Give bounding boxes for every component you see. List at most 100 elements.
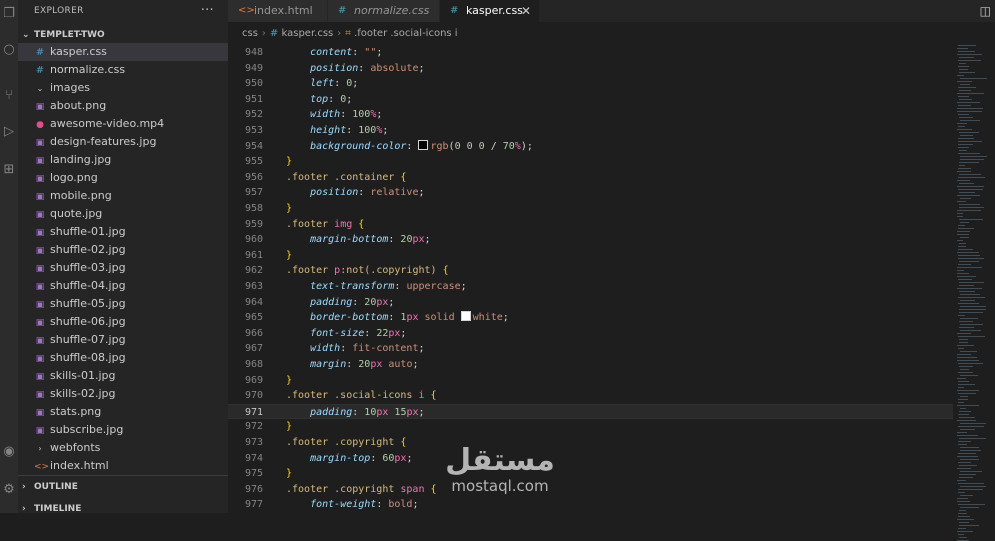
file-item[interactable]: ▣ design-features.jpg <box>18 133 228 151</box>
code-line[interactable]: 968 margin: 20px auto; <box>228 357 953 373</box>
code-line[interactable]: 954 background-color: rgb(0 0 0 / 70%); <box>228 139 953 155</box>
file-item[interactable]: ▣ subscribe.jpg <box>18 421 228 439</box>
file-name: skills-02.jpg <box>50 387 116 400</box>
code-token: height <box>310 125 347 136</box>
folder-item[interactable]: › webfonts <box>18 439 228 457</box>
code-line[interactable]: 956 .footer .container { <box>228 170 953 186</box>
file-item[interactable]: ▣ mobile.png <box>18 187 228 205</box>
code-line[interactable]: 969} <box>228 373 953 389</box>
files-icon[interactable]: ❐ <box>0 6 18 21</box>
code-line[interactable]: 967 width: fit-content; <box>228 341 953 357</box>
file-item[interactable]: ▣ logo.png <box>18 169 228 187</box>
tab-label: index.html <box>254 4 313 17</box>
breadcrumb-file[interactable]: kasper.css <box>282 28 334 39</box>
line-code: .footer .copyright span { <box>286 482 437 498</box>
file-item[interactable]: ▣ about.png <box>18 97 228 115</box>
code-line[interactable]: 951 top: 0; <box>228 92 953 108</box>
file-item[interactable]: ▣ shuffle-05.jpg <box>18 295 228 313</box>
code-line[interactable]: 948 content: ""; <box>228 45 953 61</box>
minimap-line <box>958 45 976 46</box>
source-control-icon[interactable]: ⑂ <box>0 88 18 103</box>
color-swatch-icon[interactable] <box>418 139 429 150</box>
code-token: ; <box>376 109 383 121</box>
code-token: .footer .social-icons <box>286 390 419 402</box>
code-line[interactable]: 952 width: 100%; <box>228 107 953 123</box>
file-item[interactable]: ▣ quote.jpg <box>18 205 228 223</box>
line-number: 975 <box>244 468 263 480</box>
search-icon[interactable]: ○ <box>0 42 18 57</box>
file-item[interactable]: ▣ skills-02.jpg <box>18 385 228 403</box>
code-token: width <box>310 109 341 121</box>
file-item[interactable]: ▣ shuffle-04.jpg <box>18 277 228 295</box>
file-item[interactable]: ▣ shuffle-03.jpg <box>18 259 228 277</box>
file-item[interactable]: ▣ shuffle-02.jpg <box>18 241 228 259</box>
minimap-line <box>960 222 969 223</box>
code-line[interactable]: 976 .footer .copyright span { <box>228 482 953 498</box>
code-line[interactable]: 971 padding: 10px 15px; <box>228 403 953 420</box>
code-token: px <box>376 296 389 308</box>
code-line[interactable]: 974 margin-top: 60px; <box>228 451 953 467</box>
minimap-line <box>959 522 969 523</box>
code-line[interactable]: 975} <box>228 466 953 482</box>
code-line[interactable]: 961} <box>228 248 953 264</box>
extensions-icon[interactable]: ⊞ <box>0 162 18 177</box>
code-line[interactable]: 966 font-size: 22px; <box>228 326 953 342</box>
code-line[interactable]: 960 margin-bottom: 20px; <box>228 232 953 248</box>
minimap[interactable] <box>953 43 995 541</box>
code-line[interactable]: 958} <box>228 201 953 217</box>
code-line[interactable]: 949 position: absolute; <box>228 61 953 77</box>
file-item[interactable]: ▣ shuffle-06.jpg <box>18 313 228 331</box>
color-swatch-icon[interactable] <box>460 311 471 322</box>
minimap-line <box>957 270 964 271</box>
code-token: margin-top <box>310 452 371 464</box>
code-line[interactable]: 950 left: 0; <box>228 76 953 92</box>
file-item[interactable]: ▣ shuffle-01.jpg <box>18 223 228 241</box>
settings-icon[interactable]: ⚙ <box>0 482 18 497</box>
timeline-section[interactable]: › TIMELINE <box>18 498 228 520</box>
folder-item[interactable]: ⌄ images <box>18 79 228 97</box>
more-actions-icon[interactable]: ··· <box>201 0 214 22</box>
outline-section[interactable]: › OUTLINE <box>18 476 228 498</box>
breadcrumb-folder[interactable]: css <box>242 28 258 39</box>
file-name: logo.png <box>50 171 98 184</box>
code-token: 10 <box>364 406 377 418</box>
code-line[interactable]: 965 border-bottom: 1px solid white; <box>228 310 953 326</box>
code-token: uppercase <box>406 281 461 292</box>
file-item[interactable]: ▣ stats.png <box>18 403 228 421</box>
code-line[interactable]: 957 position: relative; <box>228 185 953 201</box>
file-item[interactable]: ▣ shuffle-07.jpg <box>18 331 228 349</box>
code-line[interactable]: 962 .footer p:not(.copyright) { <box>228 263 953 279</box>
file-item[interactable]: ▣ shuffle-08.jpg <box>18 349 228 367</box>
file-name: subscribe.jpg <box>50 423 124 436</box>
breadcrumb-symbol[interactable]: .footer .social-icons i <box>354 28 458 39</box>
code-line[interactable]: 973 .footer .copyright { <box>228 435 953 451</box>
file-item[interactable]: ▣ landing.jpg <box>18 151 228 169</box>
line-number: 965 <box>244 312 263 324</box>
file-item[interactable]: ● awesome-video.mp4 <box>18 115 228 133</box>
code-line[interactable]: 963 text-transform: uppercase; <box>228 279 953 295</box>
tab-index-html[interactable]: <> index.html <box>228 0 328 22</box>
file-item[interactable]: # kasper.css <box>18 43 228 61</box>
code-line[interactable]: 953 height: 100%; <box>228 123 953 139</box>
run-debug-icon[interactable]: ▷ <box>0 124 18 139</box>
css-file-icon: # <box>35 65 45 76</box>
code-line[interactable]: 964 padding: 20px; <box>228 295 953 311</box>
file-tree: # kasper.css # normalize.css ⌄ images ▣ about.p… <box>18 43 228 475</box>
minimap-line <box>958 444 967 445</box>
code-line[interactable]: 959 .footer img { <box>228 217 953 233</box>
account-icon[interactable]: ◉ <box>0 444 18 459</box>
file-item[interactable]: <>index.html <box>18 457 228 475</box>
split-editor-icon[interactable]: ◫ <box>980 0 991 22</box>
code-line[interactable]: 955} <box>228 154 953 170</box>
close-icon[interactable]: ✕ <box>521 0 531 22</box>
tab-kasper-css[interactable]: # kasper.css ✕ <box>440 0 540 22</box>
code-line[interactable]: 970 .footer .social-icons i { <box>228 388 953 404</box>
code-editor[interactable]: 948 content: ""; 949 position: absolute; 9… <box>228 43 953 513</box>
minimap-line <box>960 156 987 157</box>
code-line[interactable]: 977 font-weight: bold; <box>228 497 953 513</box>
file-item[interactable]: ▣ skills-01.jpg <box>18 367 228 385</box>
file-item[interactable]: # normalize.css <box>18 61 228 79</box>
tab-normalize-css[interactable]: # normalize.css <box>328 0 440 22</box>
code-line[interactable]: 972} <box>228 419 953 435</box>
